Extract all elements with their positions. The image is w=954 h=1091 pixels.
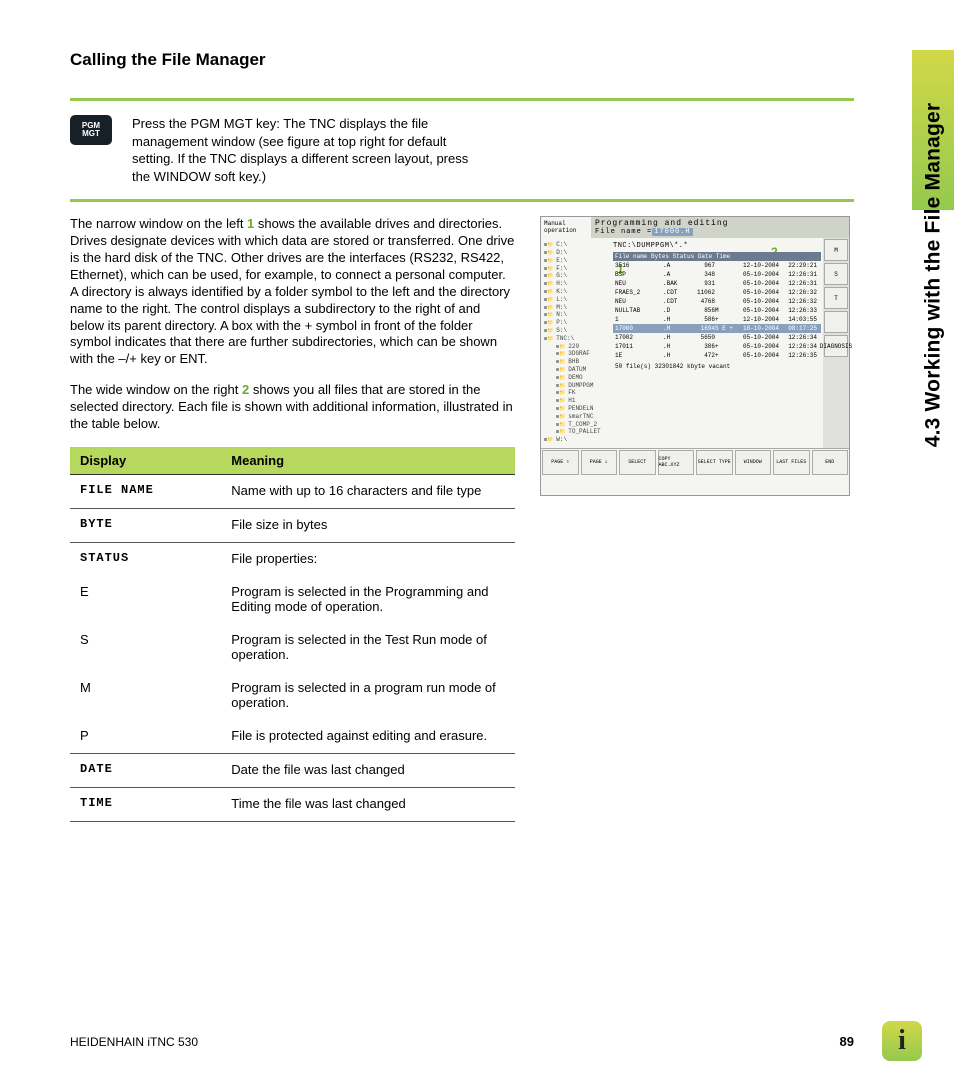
drive-tree: C:\D:\E:\F:\G:\H:\K:\L:\M:\N:\P:\S:\TNC:… [541,238,611,448]
screenshot: 1 2 Manual operation Programming and edi… [540,216,850,496]
paragraph-1: The narrow window on the left 1 shows th… [70,216,515,368]
th-meaning: Meaning [221,447,515,475]
table-row: PFile is protected against editing and e… [70,720,515,754]
table-row: EProgram is selected in the Programming … [70,576,515,624]
table-row: FILE NAMEName with up to 16 characters a… [70,474,515,508]
info-icon: i [882,1021,922,1061]
right-buttons: MSTDIAGNOSIS [823,238,849,448]
product-name: HEIDENHAIN iTNC 530 [70,1035,198,1049]
page-heading: Calling the File Manager [70,50,854,70]
paragraph-2: The wide window on the right 2 shows you… [70,382,515,433]
pgm-mgt-key: PGM MGT [70,115,112,145]
bottom-buttons: PAGE ⇑PAGE ⇓SELECTCOPY ABC→XYZSELECT TYP… [541,448,849,476]
table-row: SProgram is selected in the Test Run mod… [70,624,515,672]
divider [70,199,854,202]
table-row: BYTEFile size in bytes [70,508,515,542]
th-display: Display [70,447,221,475]
table-row: DATEDate the file was last changed [70,753,515,787]
section-title: 4.3 Working with the File Manager [921,103,945,448]
table-row: MProgram is selected in a program run mo… [70,672,515,720]
table-row: TIMETime the file was last changed [70,787,515,821]
display-table: Display Meaning FILE NAMEName with up to… [70,447,515,822]
table-row: STATUSFile properties: [70,542,515,576]
footer: HEIDENHAIN iTNC 530 89 [70,1034,854,1049]
side-tab: 4.3 Working with the File Manager [912,50,954,500]
page-number: 89 [840,1034,854,1049]
intro-text: Press the PGM MGT key: The TNC displays … [132,115,472,185]
